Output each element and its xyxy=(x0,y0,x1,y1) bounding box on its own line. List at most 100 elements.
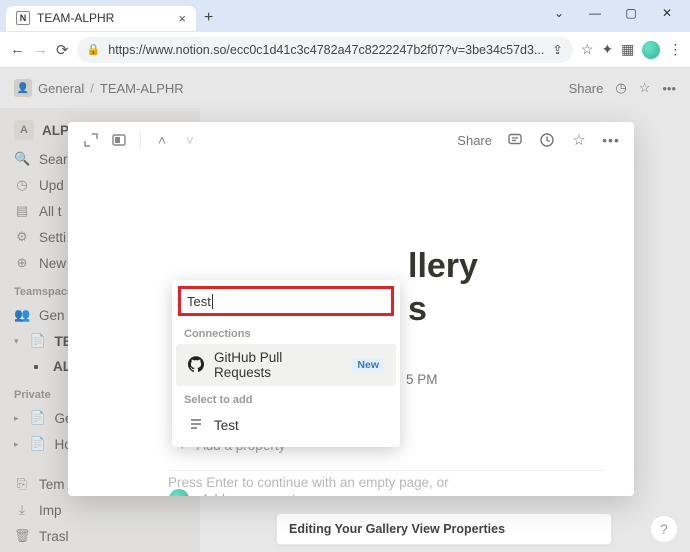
star-bookmark-icon[interactable]: ☆ xyxy=(581,41,594,58)
share-url-icon[interactable]: ⇪ xyxy=(552,42,562,57)
forward-button: → xyxy=(33,41,48,58)
template-icon: ⎘ xyxy=(14,476,30,492)
dropdown-item-github[interactable]: GitHub Pull Requests New xyxy=(176,344,396,386)
notion-favicon: N xyxy=(16,11,30,25)
browser-chrome: N TEAM-ALPHR × + ⌄ — ▢ ✕ ← → ⟳ 🔒 https:/… xyxy=(0,0,690,68)
back-button[interactable]: ← xyxy=(10,41,25,58)
notion-app: 👤 General / TEAM-ALPHR Share ◷ ☆ ••• A A… xyxy=(0,68,690,552)
divider xyxy=(168,470,604,471)
github-icon xyxy=(188,356,204,375)
created-time-value: 5 PM xyxy=(406,372,438,387)
breadcrumb-sep: / xyxy=(90,81,94,96)
dropdown-item-label: Test xyxy=(214,418,239,433)
dropdown-section-select: Select to add xyxy=(172,386,400,410)
clock-icon[interactable]: ◷ xyxy=(615,80,626,96)
expand-icon[interactable] xyxy=(82,131,100,149)
chevron-right-icon[interactable]: ▸ xyxy=(14,413,19,424)
page-title-fragment1[interactable]: llery xyxy=(408,248,478,285)
sidebar-label: Setti xyxy=(39,230,66,245)
sidebar-label: Trasl xyxy=(39,529,69,544)
page-title-fragment2[interactable]: s xyxy=(408,290,427,329)
more-icon[interactable]: ••• xyxy=(662,81,676,96)
nav-down-icon[interactable]: ˅ xyxy=(181,131,199,149)
page-icon: 📄 xyxy=(30,333,46,349)
property-dropdown: Test Connections GitHub Pull Requests Ne… xyxy=(172,280,400,447)
clock-icon: ◷ xyxy=(14,177,30,193)
comments-icon[interactable] xyxy=(506,131,524,149)
extension-icons: ☆ ✦ ▦ ⋮ xyxy=(581,41,683,59)
sidebar-item-import[interactable]: ⤓ Imp xyxy=(6,497,194,523)
browser-tab[interactable]: N TEAM-ALPHR × xyxy=(6,6,196,31)
extensions-icon[interactable]: ✦ xyxy=(601,41,613,58)
text-cursor xyxy=(212,294,213,309)
favorite-icon[interactable]: ☆ xyxy=(570,131,588,149)
nav-up-icon[interactable]: ˄ xyxy=(153,131,171,149)
space-icon: 👤 xyxy=(14,79,32,97)
close-window-button[interactable]: ✕ xyxy=(650,2,684,24)
url-text: https://www.notion.so/ecc0c1d41c3c4782a4… xyxy=(108,43,544,57)
property-search-input[interactable]: Test xyxy=(178,286,394,316)
notion-topbar: 👤 General / TEAM-ALPHR Share ◷ ☆ ••• xyxy=(0,68,690,108)
modal-share[interactable]: Share xyxy=(457,133,492,148)
address-bar: ← → ⟳ 🔒 https://www.notion.so/ecc0c1d41c… xyxy=(0,32,690,68)
sidebar-label: Imp xyxy=(39,503,62,518)
chrome-menu-icon[interactable]: ⋮ xyxy=(668,41,682,58)
new-badge: New xyxy=(352,358,384,372)
property-created-value: 5 PM xyxy=(406,372,438,387)
trash-icon: 🗑 xyxy=(14,528,30,544)
sidebar-label: Upd xyxy=(39,178,64,193)
sidebar-label: Gen xyxy=(39,308,65,323)
topbar-share[interactable]: Share xyxy=(569,81,604,96)
property-search-value: Test xyxy=(187,294,211,309)
text-icon xyxy=(188,416,204,435)
modal-topbar: ˄ ˅ Share ☆ ••• xyxy=(68,122,634,158)
sidebar-label: Tem xyxy=(39,477,65,492)
comment-input[interactable]: Add a comment... xyxy=(169,489,307,496)
reload-button[interactable]: ⟳ xyxy=(56,41,69,59)
user-avatar-icon xyxy=(169,489,189,496)
dropdown-item-test[interactable]: Test xyxy=(176,410,396,441)
dropdown-item-label: GitHub Pull Requests xyxy=(214,350,342,380)
page-icon: 📄 xyxy=(30,410,46,426)
profile-avatar-icon[interactable] xyxy=(642,41,660,59)
chevron-right-icon[interactable]: ▸ xyxy=(14,439,19,450)
info-card-text: Editing Your Gallery View Properties xyxy=(289,522,505,536)
gear-icon: ⚙ xyxy=(14,229,30,245)
sidebar-label: New xyxy=(39,256,66,271)
ext-cube-icon[interactable]: ▦ xyxy=(621,41,634,58)
page-dot-icon xyxy=(34,365,38,369)
new-tab-button[interactable]: + xyxy=(204,9,213,27)
window-dropdown-icon[interactable]: ⌄ xyxy=(542,2,576,24)
breadcrumb-page[interactable]: TEAM-ALPHR xyxy=(100,81,184,96)
search-icon: 🔍 xyxy=(14,151,30,167)
sidebar-item-trash[interactable]: 🗑 Trasl xyxy=(6,523,194,549)
download-icon: ⤓ xyxy=(14,502,30,518)
stack-icon: ▤ xyxy=(14,203,30,219)
peek-icon[interactable] xyxy=(110,131,128,149)
workspace-icon: A xyxy=(14,120,34,140)
comment-placeholder: Add a comment... xyxy=(201,492,307,497)
updates-icon[interactable] xyxy=(538,131,556,149)
sidebar-label: All t xyxy=(39,204,62,219)
dropdown-section-connections: Connections xyxy=(172,320,400,344)
page-modal: ˄ ˅ Share ☆ ••• llery s 5 PM + Add a pro… xyxy=(68,122,634,496)
plus-circle-icon: ⊕ xyxy=(14,255,30,271)
chevron-down-icon[interactable]: ▾ xyxy=(14,336,19,347)
minimize-button[interactable]: — xyxy=(578,2,612,24)
breadcrumb-space[interactable]: General xyxy=(38,81,84,96)
url-input[interactable]: 🔒 https://www.notion.so/ecc0c1d41c3c4782… xyxy=(77,37,573,63)
lock-icon: 🔒 xyxy=(87,43,101,56)
help-button[interactable]: ? xyxy=(650,515,678,543)
page-icon: 📄 xyxy=(30,436,46,452)
window-controls: ⌄ — ▢ ✕ xyxy=(542,2,684,24)
divider xyxy=(140,132,141,148)
tab-title: TEAM-ALPHR xyxy=(37,11,171,25)
close-tab-icon[interactable]: × xyxy=(178,11,186,26)
maximize-button[interactable]: ▢ xyxy=(614,2,648,24)
modal-more-icon[interactable]: ••• xyxy=(602,131,620,149)
help-icon: ? xyxy=(660,521,668,537)
team-icon: 👥 xyxy=(14,307,30,323)
empty-page-hint: Press Enter to continue with an empty pa… xyxy=(168,475,449,490)
star-icon[interactable]: ☆ xyxy=(639,80,651,96)
info-card[interactable]: Editing Your Gallery View Properties xyxy=(276,513,612,545)
